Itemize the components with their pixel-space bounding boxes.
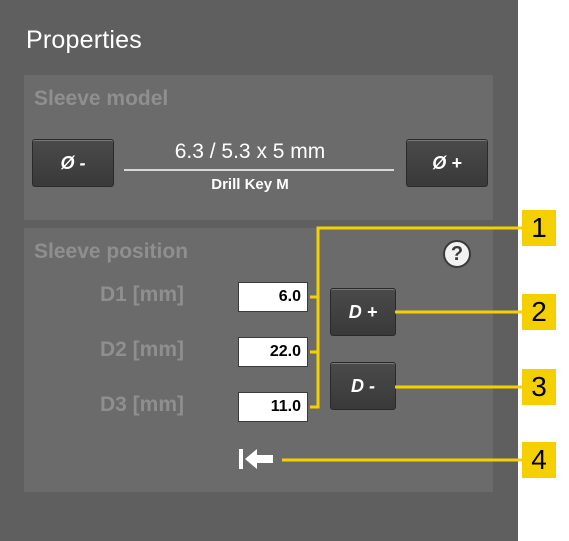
callout-2: 2 [522, 294, 556, 330]
d-plus-button[interactable]: D + [330, 288, 396, 336]
diameter-increase-button[interactable]: Ø + [406, 139, 488, 187]
diameter-decrease-button[interactable]: Ø - [32, 139, 114, 187]
drill-key-label: Drill Key M [211, 176, 289, 193]
d3-label: D3 [mm] [100, 393, 185, 416]
callout-1: 1 [522, 210, 556, 246]
arrow-to-left-icon[interactable] [237, 446, 277, 472]
callout-4: 4 [522, 442, 556, 478]
sleeve-model-title: Sleeve model [34, 87, 169, 110]
d1-field[interactable]: 6.0 [238, 282, 308, 312]
panel-title: Properties [26, 26, 142, 54]
sleeve-size: 6.3 / 5.3 x 5 mm [174, 140, 326, 163]
divider [124, 169, 394, 171]
help-icon[interactable]: ? [443, 240, 471, 268]
sleeve-position-group: Sleeve position ? D1 [mm] 6.0 D2 [mm] 22… [24, 228, 493, 492]
properties-panel: Properties Sleeve model Ø - 6.3 / 5.3 x … [0, 0, 518, 541]
d1-label: D1 [mm] [100, 283, 185, 306]
sleeve-model-group: Sleeve model Ø - 6.3 / 5.3 x 5 mm Drill … [24, 75, 493, 220]
d-minus-button[interactable]: D - [330, 362, 396, 410]
d2-label: D2 [mm] [100, 338, 185, 361]
d3-field[interactable]: 11.0 [238, 392, 308, 422]
callout-3: 3 [522, 369, 556, 405]
sleeve-position-title: Sleeve position [34, 240, 189, 263]
d2-field[interactable]: 22.0 [238, 337, 308, 367]
